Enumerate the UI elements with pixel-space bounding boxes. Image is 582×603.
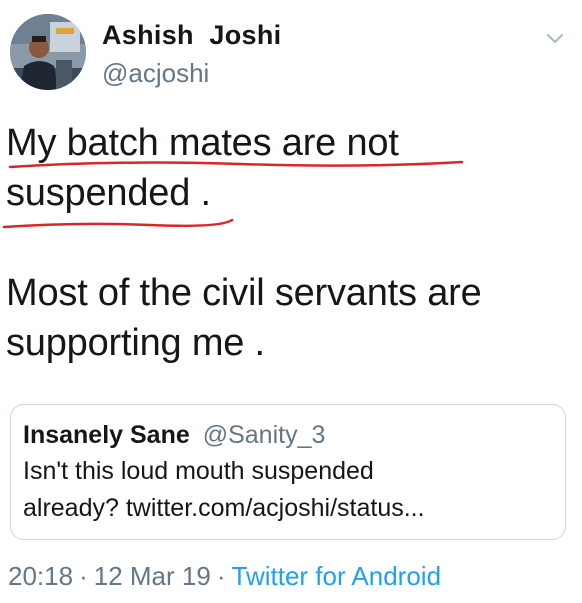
separator: · (79, 561, 88, 591)
quoted-author-name: Insanely Sane (23, 421, 190, 449)
tweet-text: My batch mates are not suspended . Most … (6, 118, 576, 368)
tweet-text-line: suspended . (6, 172, 211, 214)
tweet-source-link[interactable]: Twitter for Android (232, 561, 442, 591)
tweet-meta: 20:18 · 12 Mar 19 · Twitter for Android (8, 561, 441, 592)
tweet-text-line: Most of the civil servants are (6, 272, 482, 314)
avatar[interactable] (10, 14, 86, 90)
tweet-card: Ashish Joshi @acjoshi My batch mates are… (0, 0, 582, 603)
avatar-photo (10, 14, 86, 90)
author-name[interactable]: Ashish Joshi (102, 20, 281, 51)
quoted-text-line: already? twitter.com/acjoshi/status... (23, 494, 425, 522)
author-handle[interactable]: @acjoshi (102, 58, 209, 89)
separator: · (216, 561, 226, 591)
chevron-down-icon[interactable] (543, 26, 567, 50)
quoted-tweet[interactable]: Insanely Sane @Sanity_3 Isn't this loud … (10, 404, 566, 540)
tweet-date[interactable]: 12 Mar 19 (94, 561, 211, 591)
tweet-text-line: supporting me . (6, 322, 265, 364)
tweet-text-line: My batch mates are not (6, 122, 399, 164)
quoted-text-line: Isn't this loud mouth suspended (23, 457, 374, 485)
quoted-tweet-header: Insanely Sane @Sanity_3 (23, 421, 325, 450)
quoted-author-handle: @Sanity_3 (202, 421, 326, 449)
quoted-tweet-text: Isn't this loud mouth suspended already?… (23, 453, 558, 527)
tweet-time[interactable]: 20:18 (8, 561, 73, 591)
